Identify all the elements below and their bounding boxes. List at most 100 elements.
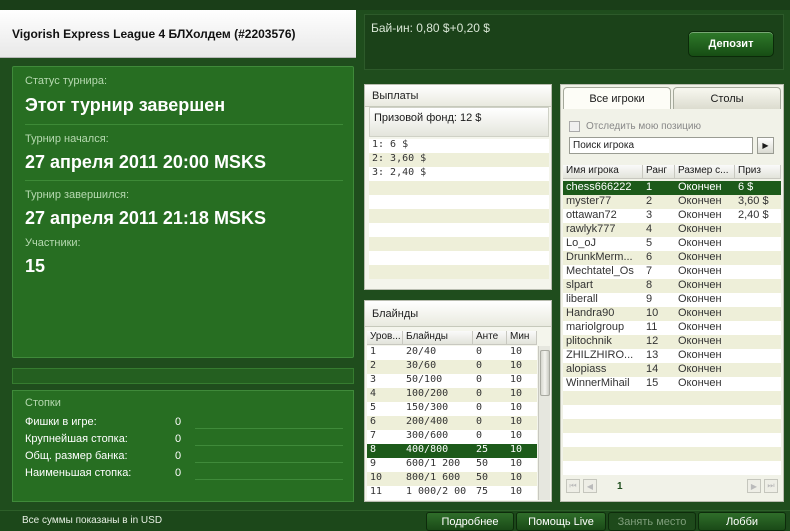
player-cell: 15 (646, 377, 659, 389)
participants-value: 15 (25, 256, 46, 276)
column-header[interactable]: Приз (735, 165, 781, 178)
player-cell: Окончен (678, 321, 722, 333)
player-cell (735, 237, 781, 251)
column-header[interactable]: Мин (507, 331, 537, 344)
blinds-row[interactable]: 7 300/600 0 10 (367, 430, 537, 444)
player-row[interactable]: Lo_oJ 5 Окончен (563, 237, 781, 251)
player-row[interactable]: myster77 2 Окончен 3,60 $ (563, 195, 781, 209)
lobby-button[interactable]: Лобби (698, 512, 786, 531)
take-seat-button[interactable]: Занять место (608, 512, 696, 531)
blinds-row[interactable]: 3 50/100 0 10 (367, 374, 537, 388)
window-top-strip (0, 0, 790, 10)
blinds-cell: 7 (370, 430, 377, 441)
tab-all-players[interactable]: Все игроки (563, 87, 671, 109)
player-row[interactable]: plitochnik 12 Окончен (563, 335, 781, 349)
blinds-cell: 50/100 (406, 374, 443, 385)
page-number: 1 (617, 480, 623, 492)
player-cell: slpart (566, 279, 593, 291)
blinds-cell: 800/1 600 (406, 472, 461, 483)
player-row[interactable]: Mechtatel_Os 7 Окончен (563, 265, 781, 279)
player-cell: WinnerMihail (566, 377, 630, 389)
search-go-icon[interactable]: ▶ (757, 137, 774, 154)
details-button[interactable]: Подробнее (426, 512, 514, 531)
player-row[interactable]: liberall 9 Окончен (563, 293, 781, 307)
player-row[interactable]: ottawan72 3 Окончен 2,40 $ (563, 209, 781, 223)
currency-note: Все суммы показаны в in USD (22, 515, 163, 526)
stack-value: 0 (175, 466, 182, 479)
column-header[interactable]: Имя игрока (563, 165, 643, 178)
player-row[interactable]: Handra90 10 Окончен (563, 307, 781, 321)
payout-row-empty (369, 251, 549, 265)
status-panel: Статус турнира: Этот турнир завершен Тур… (12, 66, 354, 358)
blinds-row[interactable]: 5 150/300 0 10 (367, 402, 537, 416)
blinds-cell: 20/40 (406, 346, 437, 357)
blinds-cell: 0 (476, 360, 483, 371)
blinds-cell: 10 (510, 360, 523, 371)
ended-value: 27 апреля 2011 21:18 MSKS (25, 208, 266, 228)
payout-row-empty (369, 181, 549, 195)
stack-label: Наименьшая стопка: (25, 466, 132, 479)
player-row[interactable]: alopiass 14 Окончен (563, 363, 781, 377)
stack-row: Наименьшая стопка: 0 (25, 464, 343, 481)
player-row[interactable]: rawlyk777 4 Окончен (563, 223, 781, 237)
prev-page-icon[interactable]: ◀ (583, 479, 597, 493)
scrollbar-thumb[interactable] (540, 350, 550, 396)
blinds-row[interactable]: 8 400/800 25 10 (367, 444, 537, 458)
player-cell: Окончен (678, 237, 722, 249)
player-cell: mariolgroup (566, 321, 625, 333)
blinds-row[interactable]: 10 800/1 600 50 10 (367, 472, 537, 486)
blinds-cell: 11 (370, 486, 383, 497)
blinds-scrollbar[interactable] (538, 346, 550, 500)
status-value: Этот турнир завершен (25, 95, 226, 115)
bottom-bar: Все суммы показаны в in USD Подробнее По… (0, 510, 790, 531)
track-position-checkbox[interactable] (569, 121, 580, 132)
last-page-icon[interactable]: ⏭ (764, 479, 778, 493)
player-row[interactable]: DrunkMerm... 6 Окончен (563, 251, 781, 265)
next-page-icon[interactable]: ▶ (747, 479, 761, 493)
player-row[interactable]: WinnerMihail 15 Окончен (563, 377, 781, 391)
divider (25, 124, 343, 125)
stack-value: 0 (175, 449, 182, 462)
blinds-cell: 150/300 (406, 402, 449, 413)
blinds-cell: 0 (476, 346, 483, 357)
column-header[interactable]: Уров... (367, 331, 403, 344)
live-help-button[interactable]: Помощь Live (516, 512, 606, 531)
blinds-cell: 3 (370, 374, 377, 385)
player-cell: Окончен (678, 335, 722, 347)
blinds-row[interactable]: 1 20/40 0 10 (367, 346, 537, 360)
blinds-cell: 10 (370, 472, 383, 483)
blinds-row[interactable]: 9 600/1 200 50 10 (367, 458, 537, 472)
blinds-row[interactable]: 6 200/400 0 10 (367, 416, 537, 430)
blinds-row[interactable]: 2 30/60 0 10 (367, 360, 537, 374)
first-page-icon[interactable]: ⏮ (566, 479, 580, 493)
player-row[interactable]: slpart 8 Окончен (563, 279, 781, 293)
player-row[interactable]: mariolgroup 11 Окончен (563, 321, 781, 335)
column-header[interactable]: Блайнды (403, 331, 473, 344)
player-cell: Окончен (678, 293, 722, 305)
blinds-cell: 100/200 (406, 388, 449, 399)
column-header[interactable]: Анте (473, 331, 507, 344)
payout-row: 2: 3,60 $ (369, 153, 549, 167)
stack-row: Общ. размер банка: 0 (25, 447, 343, 464)
blinds-row[interactable]: 4 100/200 0 10 (367, 388, 537, 402)
player-cell: 3,60 $ (738, 195, 769, 207)
column-header[interactable]: Ранг (643, 165, 675, 178)
player-cell: liberall (566, 293, 598, 305)
deposit-button[interactable]: Депозит (688, 31, 774, 57)
blinds-cell: 50 (476, 472, 489, 483)
column-header[interactable]: Размер с... (675, 165, 735, 178)
player-cell (735, 265, 781, 279)
player-row[interactable]: chess666222 1 Окончен 6 $ (563, 181, 781, 195)
player-cell (735, 349, 781, 363)
player-cell (735, 335, 781, 349)
blinds-cell: 10 (510, 402, 523, 413)
player-cell (735, 307, 781, 321)
player-cell: Окончен (678, 181, 722, 193)
tab-tables[interactable]: Столы (673, 87, 781, 109)
player-search-input[interactable] (569, 137, 753, 154)
blinds-cell: 10 (510, 374, 523, 385)
blinds-row[interactable]: 11 1 000/2 00 75 10 (367, 486, 537, 500)
player-row[interactable]: ZHILZHIRO... 13 Окончен (563, 349, 781, 363)
player-cell: Окончен (678, 279, 722, 291)
payout-row-empty (369, 265, 549, 279)
